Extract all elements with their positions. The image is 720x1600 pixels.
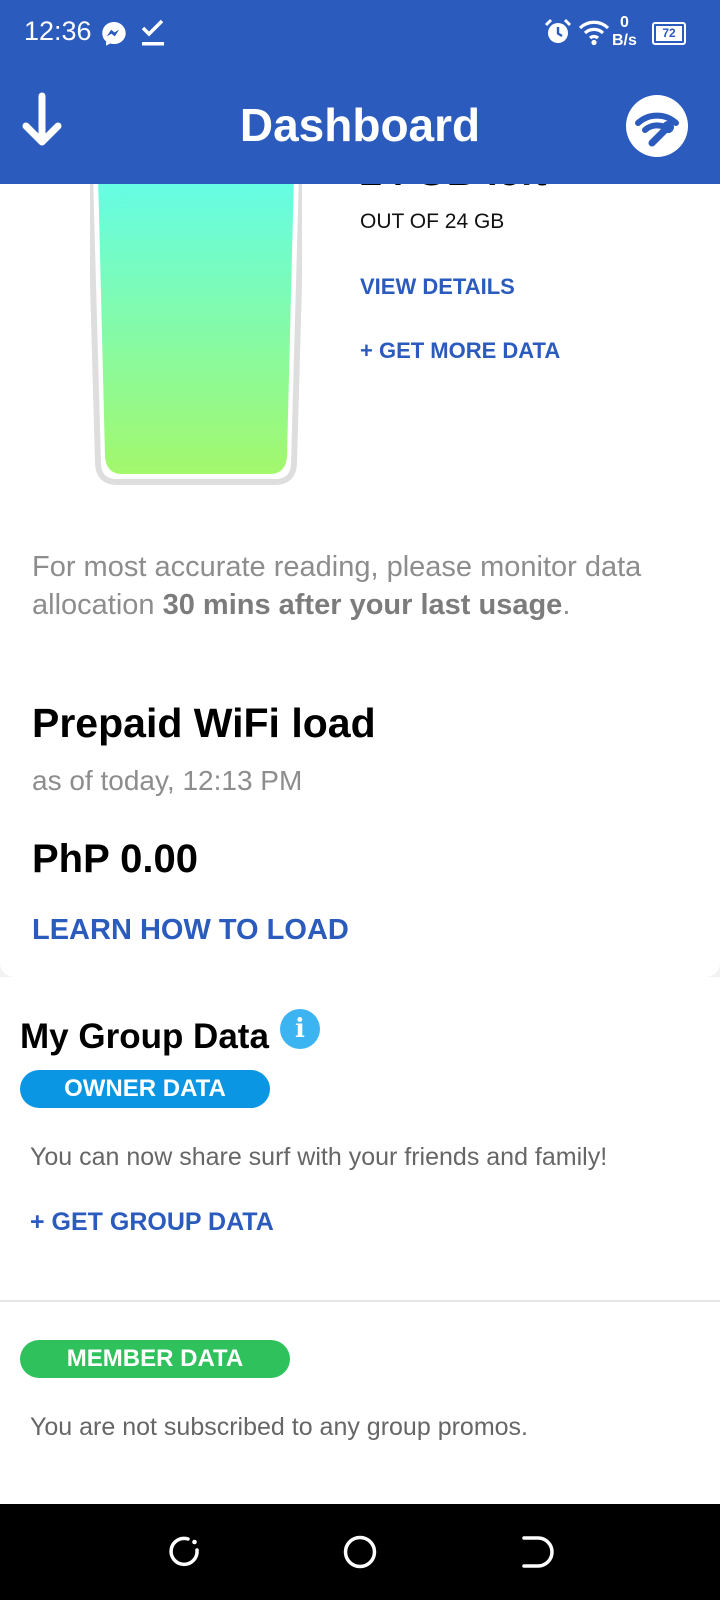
usage-note-bold: 30 mins after your last usage (162, 589, 563, 621)
get-group-data-link[interactable]: + GET GROUP DATA (30, 1208, 274, 1237)
home-icon[interactable] (342, 1534, 378, 1570)
wifi-wrench-icon (635, 112, 679, 147)
data-gauge (90, 184, 302, 485)
load-timestamp: as of today, 12:13 PM (32, 765, 303, 796)
owner-data-badge: OWNER DATA (20, 1070, 270, 1108)
app-bar: Dashboard (0, 68, 720, 184)
wifi-wrench-button[interactable] (626, 95, 688, 157)
view-details-link[interactable]: VIEW DETAILS (360, 274, 515, 300)
wifi-icon (578, 20, 610, 46)
get-more-data-link[interactable]: + GET MORE DATA (360, 338, 560, 364)
net-speed-unit: B/s (612, 32, 637, 49)
dashboard-content[interactable]: 24 GB left OUT OF 24 GB VIEW DETAILS + G… (0, 184, 720, 1504)
net-speed-value: 0 (620, 14, 629, 31)
usage-note: For most accurate reading, please monito… (32, 548, 692, 624)
battery-icon: 72 (652, 22, 686, 45)
data-remaining: 24 GB left (360, 184, 547, 195)
divider (0, 1300, 720, 1302)
status-bar: 12:36 0 B/s 72 (0, 0, 720, 68)
usage-note-end: . (562, 589, 571, 621)
group-data-title: My Group Data (20, 1017, 269, 1056)
info-icon[interactable]: i (280, 1009, 320, 1049)
member-data-badge: MEMBER DATA (20, 1340, 290, 1378)
load-balance: PhP 0.00 (32, 837, 199, 881)
messenger-icon (102, 22, 126, 46)
check-download-icon (141, 19, 164, 46)
recents-icon[interactable] (166, 1534, 202, 1570)
prepaid-load-card: Prepaid WiFi load as of today, 12:13 PM … (0, 662, 720, 977)
status-time: 12:36 (24, 16, 92, 46)
group-data-section: My Group Data i OWNER DATA You can now s… (0, 977, 720, 1504)
back-icon[interactable] (518, 1534, 554, 1570)
battery-level: 72 (656, 26, 682, 41)
page-title: Dashboard (239, 99, 481, 151)
system-nav-bar (0, 1504, 720, 1600)
owner-data-text: You can now share surf with your friends… (30, 1143, 608, 1171)
load-title: Prepaid WiFi load (32, 700, 376, 746)
member-data-text: You are not subscribed to any group prom… (30, 1413, 528, 1441)
data-total: OUT OF 24 GB (360, 210, 505, 233)
alarm-icon (544, 18, 572, 43)
learn-how-to-load-link[interactable]: LEARN HOW TO LOAD (32, 914, 349, 947)
